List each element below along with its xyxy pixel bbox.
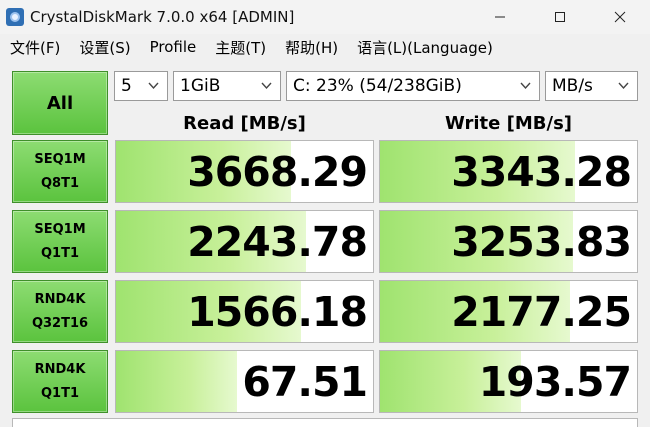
test-count-select[interactable]: 5 xyxy=(114,71,168,101)
unit-value: MB/s xyxy=(552,76,593,96)
test-queue-thread: Q32T16 xyxy=(31,315,89,331)
menu-bar: 文件(F) 设置(S) Profile 主题(T) 帮助(H) 语言(L)(La… xyxy=(0,34,650,60)
test-count-value: 5 xyxy=(121,76,132,96)
write-value: 3253.83 xyxy=(451,217,632,266)
close-button[interactable] xyxy=(590,0,650,34)
test-button[interactable]: SEQ1M Q8T1 xyxy=(12,140,108,203)
menu-file[interactable]: 文件(F) xyxy=(0,37,69,58)
crystaldiskmark-icon xyxy=(6,8,24,26)
test-queue-thread: Q1T1 xyxy=(40,245,79,261)
read-result: 2243.78 xyxy=(115,210,374,273)
chevron-down-icon xyxy=(148,82,159,90)
test-size-select[interactable]: 1GiB xyxy=(173,71,281,101)
read-value: 67.51 xyxy=(242,357,368,406)
write-result: 2177.25 xyxy=(379,280,638,343)
maximize-icon xyxy=(555,12,565,22)
minimize-icon xyxy=(495,16,505,18)
read-result: 1566.18 xyxy=(115,280,374,343)
write-value: 2177.25 xyxy=(451,287,632,336)
drive-select[interactable]: C: 23% (54/238GiB) xyxy=(286,71,540,101)
title-bar: CrystalDiskMark 7.0.0 x64 [ADMIN] xyxy=(0,0,650,34)
comment-field[interactable] xyxy=(12,418,638,427)
test-queue-thread: Q8T1 xyxy=(40,175,79,191)
test-name: RND4K xyxy=(34,291,86,307)
unit-select[interactable]: MB/s xyxy=(545,71,638,101)
maximize-button[interactable] xyxy=(530,0,590,34)
chevron-down-icon xyxy=(261,82,272,90)
test-name: RND4K xyxy=(34,361,86,377)
write-value: 193.57 xyxy=(478,357,632,406)
drive-value: C: 23% (54/238GiB) xyxy=(293,76,462,96)
close-icon xyxy=(614,11,626,23)
window-title: CrystalDiskMark 7.0.0 x64 [ADMIN] xyxy=(30,8,295,26)
test-button[interactable]: SEQ1M Q1T1 xyxy=(12,210,108,273)
write-result: 3343.28 xyxy=(379,140,638,203)
minimize-button[interactable] xyxy=(470,0,530,34)
write-result: 3253.83 xyxy=(379,210,638,273)
chevron-down-icon xyxy=(618,82,629,90)
menu-help[interactable]: 帮助(H) xyxy=(275,37,347,58)
test-button[interactable]: RND4K Q1T1 xyxy=(12,350,108,413)
read-value: 3668.29 xyxy=(187,147,368,196)
write-value: 3343.28 xyxy=(451,147,632,196)
test-queue-thread: Q1T1 xyxy=(40,385,79,401)
write-result: 193.57 xyxy=(379,350,638,413)
menu-profile[interactable]: Profile xyxy=(140,38,206,56)
test-name: SEQ1M xyxy=(34,221,86,237)
menu-theme[interactable]: 主题(T) xyxy=(205,37,275,58)
benchmark-panel: All 5 1GiB C: 23% (54/238GiB) MB/s Read … xyxy=(0,60,650,427)
run-all-button[interactable]: All xyxy=(12,71,108,135)
menu-language[interactable]: 语言(L)(Language) xyxy=(347,37,502,58)
read-value: 1566.18 xyxy=(187,287,368,336)
read-result: 3668.29 xyxy=(115,140,374,203)
read-result: 67.51 xyxy=(115,350,374,413)
read-value: 2243.78 xyxy=(187,217,368,266)
test-name: SEQ1M xyxy=(34,151,86,167)
write-column-header: Write [MB/s] xyxy=(444,113,573,134)
read-progress-bar xyxy=(116,351,237,412)
test-button[interactable]: RND4K Q32T16 xyxy=(12,280,108,343)
test-size-value: 1GiB xyxy=(180,76,221,96)
menu-settings[interactable]: 设置(S) xyxy=(69,37,139,58)
chevron-down-icon xyxy=(520,82,531,90)
read-column-header: Read [MB/s] xyxy=(183,113,306,134)
